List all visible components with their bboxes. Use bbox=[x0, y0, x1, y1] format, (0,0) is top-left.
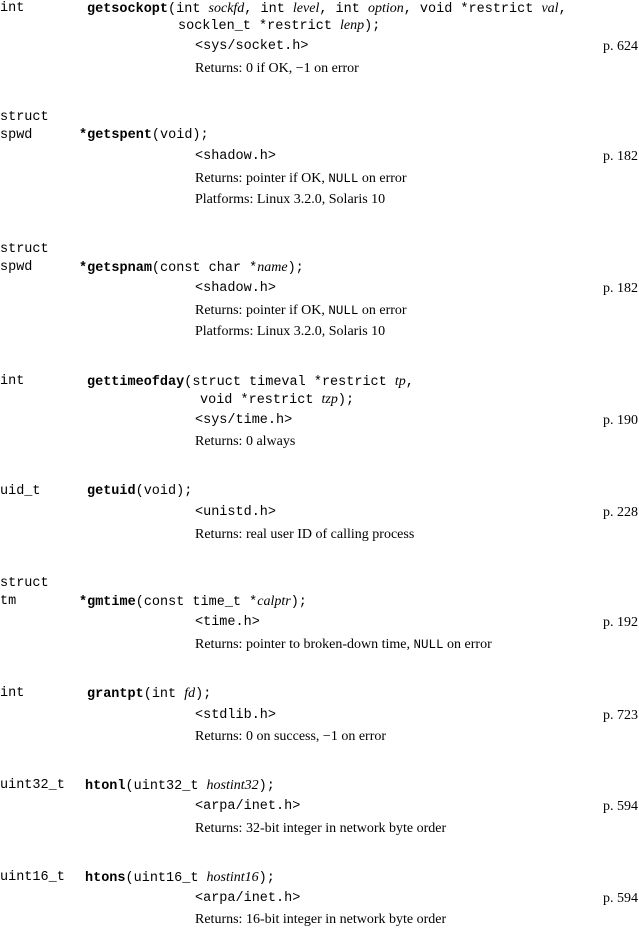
header-file: <time.h> bbox=[195, 615, 260, 630]
platforms-text: Platforms: Linux 3.2.0, Solaris 10 bbox=[195, 192, 386, 207]
page-reference: p. 192 bbox=[603, 615, 638, 630]
header-file: <shadow.h> bbox=[195, 149, 277, 164]
returns-text: Returns: 0 on success, −1 on error bbox=[195, 729, 387, 744]
page-reference: p. 594 bbox=[603, 799, 638, 814]
returns-text: Returns: 0 if OK, −1 on error bbox=[195, 61, 359, 76]
page-reference: p. 182 bbox=[603, 149, 638, 164]
page-reference: p. 723 bbox=[603, 708, 638, 723]
function-name: htons bbox=[85, 871, 126, 886]
signature: grantpt(int fd); bbox=[87, 686, 212, 702]
page-reference: p. 594 bbox=[603, 891, 638, 906]
returns-text: Returns: real user ID of calling process bbox=[195, 527, 415, 542]
header-file: <unistd.h> bbox=[195, 505, 277, 520]
signature-line-2: socklen_t *restrict lenp); bbox=[178, 18, 381, 34]
return-type: uint16_t bbox=[0, 870, 65, 885]
signature: htonl(uint32_t hostint32); bbox=[85, 778, 275, 794]
header-file: <arpa/inet.h> bbox=[195, 891, 301, 906]
page-reference: p. 190 bbox=[603, 413, 638, 428]
function-name: getsockopt bbox=[87, 2, 169, 17]
page-reference: p. 182 bbox=[603, 281, 638, 296]
function-name: getuid bbox=[87, 484, 136, 499]
signature: *getspnam(const char *name); bbox=[79, 260, 304, 276]
returns-text: Returns: 16-bit integer in network byte … bbox=[195, 912, 447, 927]
signature: *getspent(void); bbox=[79, 128, 209, 143]
return-type-line-1: struct bbox=[0, 110, 49, 125]
return-type: int bbox=[0, 686, 25, 701]
returns-text: Returns: pointer if OK, NULL on error bbox=[195, 303, 407, 318]
function-name: gettimeofday bbox=[87, 375, 185, 390]
returns-text: Returns: pointer if OK, NULL on error bbox=[195, 171, 407, 186]
return-type: uid_t bbox=[0, 484, 41, 499]
function-name: getspent bbox=[87, 128, 152, 143]
returns-text: Returns: 0 always bbox=[195, 434, 296, 449]
page-reference: p. 228 bbox=[603, 505, 638, 520]
signature-line-2: void *restrict tzp); bbox=[200, 392, 355, 408]
return-type: uint32_t bbox=[0, 778, 65, 793]
return-type-line-2: tm bbox=[0, 594, 17, 609]
return-type: int bbox=[0, 1, 25, 16]
return-type-line-2: spwd bbox=[0, 260, 33, 275]
platforms-text: Platforms: Linux 3.2.0, Solaris 10 bbox=[195, 324, 386, 339]
return-type: int bbox=[0, 374, 25, 389]
function-name: gmtime bbox=[87, 595, 136, 610]
signature-line-1: gettimeofday(struct timeval *restrict tp… bbox=[87, 374, 414, 390]
signature: htons(uint16_t hostint16); bbox=[85, 870, 275, 886]
return-type-line-2: spwd bbox=[0, 128, 33, 143]
return-type-line-1: struct bbox=[0, 242, 49, 257]
page-reference: p. 624 bbox=[603, 39, 638, 54]
returns-text: Returns: 32-bit integer in network byte … bbox=[195, 821, 447, 836]
header-file: <stdlib.h> bbox=[195, 708, 277, 723]
header-file: <arpa/inet.h> bbox=[195, 799, 301, 814]
header-file: <sys/time.h> bbox=[195, 413, 293, 428]
header-file: <sys/socket.h> bbox=[195, 39, 309, 54]
signature: *gmtime(const time_t *calptr); bbox=[79, 594, 307, 610]
function-name: getspnam bbox=[87, 261, 152, 276]
return-type-line-1: struct bbox=[0, 576, 49, 591]
function-name: grantpt bbox=[87, 687, 144, 702]
returns-text: Returns: pointer to broken-down time, NU… bbox=[195, 637, 492, 652]
function-name: htonl bbox=[85, 779, 126, 794]
signature: getuid(void); bbox=[87, 484, 193, 499]
header-file: <shadow.h> bbox=[195, 281, 277, 296]
